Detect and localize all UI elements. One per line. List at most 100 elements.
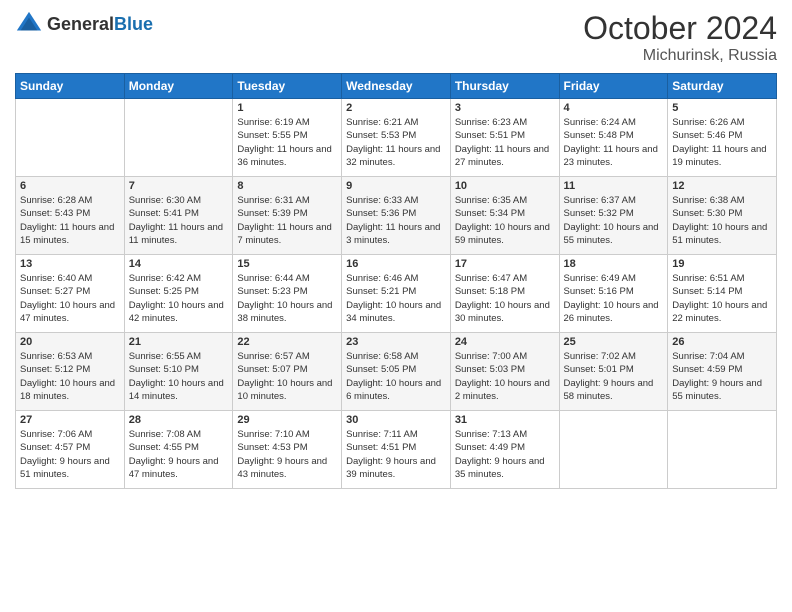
- title-block: October 2024 Michurinsk, Russia: [583, 10, 777, 65]
- cell-3-5: 25 Sunrise: 7:02 AMSunset: 5:01 PMDayligh…: [559, 333, 668, 411]
- cell-0-1: [124, 99, 233, 177]
- day-number: 31: [455, 414, 555, 426]
- cell-2-0: 13Sunrise: 6:40 AMSunset: 5:27 PMDayligh…: [16, 255, 125, 333]
- cell-1-4: 10 Sunrise: 6:35 AMSunset: 5:34 PMDayligh…: [450, 177, 559, 255]
- day-info: Sunrise: 6:23 AMSunset: 5:51 PMDaylight:…: [455, 116, 555, 169]
- day-number: 1: [237, 102, 337, 114]
- day-info: Sunrise: 7:02 AMSunset: 5:01 PMDaylight:…: [564, 350, 664, 403]
- day-info: Sunrise: 6:49 AMSunset: 5:16 PMDaylight:…: [564, 272, 664, 325]
- cell-2-2: 15 Sunrise: 6:44 AMSunset: 5:23 PMDayligh…: [233, 255, 342, 333]
- day-number: 16: [346, 258, 446, 270]
- location-title: Michurinsk, Russia: [583, 47, 777, 65]
- day-info: Sunrise: 7:04 AMSunset: 4:59 PMDaylight:…: [672, 350, 772, 403]
- day-info: Sunrise: 6:37 AMSunset: 5:32 PMDaylight:…: [564, 194, 664, 247]
- week-row-3: 20Sunrise: 6:53 AMSunset: 5:12 PMDayligh…: [16, 333, 777, 411]
- day-info: Sunrise: 6:33 AMSunset: 5:36 PMDaylight:…: [346, 194, 446, 247]
- day-number: 3: [455, 102, 555, 114]
- day-info: Sunrise: 6:35 AMSunset: 5:34 PMDaylight:…: [455, 194, 555, 247]
- day-info: Sunrise: 6:44 AMSunset: 5:23 PMDaylight:…: [237, 272, 337, 325]
- day-number: 30: [346, 414, 446, 426]
- day-number: 24: [455, 336, 555, 348]
- day-number: 14: [129, 258, 229, 270]
- calendar-body: 1Sunrise: 6:19 AMSunset: 5:55 PMDaylight…: [16, 99, 777, 489]
- col-friday: Friday: [559, 74, 668, 99]
- cell-0-3: 2 Sunrise: 6:21 AMSunset: 5:53 PMDaylight…: [342, 99, 451, 177]
- col-thursday: Thursday: [450, 74, 559, 99]
- day-info: Sunrise: 6:31 AMSunset: 5:39 PMDaylight:…: [237, 194, 337, 247]
- day-number: 26: [672, 336, 772, 348]
- day-info: Sunrise: 7:13 AMSunset: 4:49 PMDaylight:…: [455, 428, 555, 481]
- day-number: 4: [564, 102, 664, 114]
- cell-0-4: 3 Sunrise: 6:23 AMSunset: 5:51 PMDaylight…: [450, 99, 559, 177]
- cell-2-4: 17 Sunrise: 6:47 AMSunset: 5:18 PMDayligh…: [450, 255, 559, 333]
- logo-text: GeneralBlue: [47, 14, 153, 35]
- cell-4-0: 27 Sunrise: 7:06 AMSunset: 4:57 PMDayligh…: [16, 411, 125, 489]
- cell-4-1: 28 Sunrise: 7:08 AMSunset: 4:55 PMDayligh…: [124, 411, 233, 489]
- day-number: 20: [20, 336, 120, 348]
- day-number: 12: [672, 180, 772, 192]
- col-monday: Monday: [124, 74, 233, 99]
- logo: GeneralBlue: [15, 10, 153, 38]
- cell-1-0: 6 Sunrise: 6:28 AMSunset: 5:43 PMDaylight…: [16, 177, 125, 255]
- day-info: Sunrise: 7:08 AMSunset: 4:55 PMDaylight:…: [129, 428, 229, 481]
- day-number: 18: [564, 258, 664, 270]
- week-row-1: 6 Sunrise: 6:28 AMSunset: 5:43 PMDaylight…: [16, 177, 777, 255]
- day-info: Sunrise: 6:21 AMSunset: 5:53 PMDaylight:…: [346, 116, 446, 169]
- header: GeneralBlue October 2024 Michurinsk, Rus…: [15, 10, 777, 65]
- day-number: 2: [346, 102, 446, 114]
- main-container: GeneralBlue October 2024 Michurinsk, Rus…: [0, 0, 792, 499]
- day-info: Sunrise: 6:57 AMSunset: 5:07 PMDaylight:…: [237, 350, 337, 403]
- cell-0-0: [16, 99, 125, 177]
- day-number: 22: [237, 336, 337, 348]
- day-number: 23: [346, 336, 446, 348]
- cell-1-5: 11 Sunrise: 6:37 AMSunset: 5:32 PMDayligh…: [559, 177, 668, 255]
- day-info: Sunrise: 6:46 AMSunset: 5:21 PMDaylight:…: [346, 272, 446, 325]
- day-number: 19: [672, 258, 772, 270]
- day-info: Sunrise: 6:38 AMSunset: 5:30 PMDaylight:…: [672, 194, 772, 247]
- day-info: Sunrise: 6:42 AMSunset: 5:25 PMDaylight:…: [129, 272, 229, 325]
- day-info: Sunrise: 6:24 AMSunset: 5:48 PMDaylight:…: [564, 116, 664, 169]
- day-number: 13: [20, 258, 120, 270]
- day-info: Sunrise: 6:47 AMSunset: 5:18 PMDaylight:…: [455, 272, 555, 325]
- day-info: Sunrise: 7:06 AMSunset: 4:57 PMDaylight:…: [20, 428, 120, 481]
- day-info: Sunrise: 6:55 AMSunset: 5:10 PMDaylight:…: [129, 350, 229, 403]
- day-number: 6: [20, 180, 120, 192]
- day-number: 5: [672, 102, 772, 114]
- day-number: 15: [237, 258, 337, 270]
- weekday-row: Sunday Monday Tuesday Wednesday Thursday…: [16, 74, 777, 99]
- cell-1-3: 9Sunrise: 6:33 AMSunset: 5:36 PMDaylight…: [342, 177, 451, 255]
- day-number: 21: [129, 336, 229, 348]
- cell-3-3: 23 Sunrise: 6:58 AMSunset: 5:05 PMDayligh…: [342, 333, 451, 411]
- day-info: Sunrise: 6:28 AMSunset: 5:43 PMDaylight:…: [20, 194, 120, 247]
- day-number: 11: [564, 180, 664, 192]
- week-row-0: 1Sunrise: 6:19 AMSunset: 5:55 PMDaylight…: [16, 99, 777, 177]
- day-info: Sunrise: 6:26 AMSunset: 5:46 PMDaylight:…: [672, 116, 772, 169]
- cell-4-4: 31 Sunrise: 7:13 AMSunset: 4:49 PMDayligh…: [450, 411, 559, 489]
- day-info: Sunrise: 7:00 AMSunset: 5:03 PMDaylight:…: [455, 350, 555, 403]
- cell-2-6: 19 Sunrise: 6:51 AMSunset: 5:14 PMDayligh…: [668, 255, 777, 333]
- cell-3-6: 26 Sunrise: 7:04 AMSunset: 4:59 PMDayligh…: [668, 333, 777, 411]
- day-info: Sunrise: 7:11 AMSunset: 4:51 PMDaylight:…: [346, 428, 446, 481]
- cell-1-6: 12 Sunrise: 6:38 AMSunset: 5:30 PMDayligh…: [668, 177, 777, 255]
- day-info: Sunrise: 7:10 AMSunset: 4:53 PMDaylight:…: [237, 428, 337, 481]
- cell-4-3: 30 Sunrise: 7:11 AMSunset: 4:51 PMDayligh…: [342, 411, 451, 489]
- day-number: 10: [455, 180, 555, 192]
- cell-0-6: 5 Sunrise: 6:26 AMSunset: 5:46 PMDaylight…: [668, 99, 777, 177]
- day-info: Sunrise: 6:58 AMSunset: 5:05 PMDaylight:…: [346, 350, 446, 403]
- day-number: 17: [455, 258, 555, 270]
- day-info: Sunrise: 6:51 AMSunset: 5:14 PMDaylight:…: [672, 272, 772, 325]
- cell-3-4: 24 Sunrise: 7:00 AMSunset: 5:03 PMDayligh…: [450, 333, 559, 411]
- cell-1-1: 7Sunrise: 6:30 AMSunset: 5:41 PMDaylight…: [124, 177, 233, 255]
- day-number: 28: [129, 414, 229, 426]
- month-title: October 2024: [583, 10, 777, 47]
- calendar-table: Sunday Monday Tuesday Wednesday Thursday…: [15, 73, 777, 489]
- day-number: 25: [564, 336, 664, 348]
- cell-1-2: 8 Sunrise: 6:31 AMSunset: 5:39 PMDaylight…: [233, 177, 342, 255]
- day-number: 27: [20, 414, 120, 426]
- cell-0-2: 1Sunrise: 6:19 AMSunset: 5:55 PMDaylight…: [233, 99, 342, 177]
- cell-3-1: 21 Sunrise: 6:55 AMSunset: 5:10 PMDayligh…: [124, 333, 233, 411]
- day-number: 8: [237, 180, 337, 192]
- col-sunday: Sunday: [16, 74, 125, 99]
- calendar-header: Sunday Monday Tuesday Wednesday Thursday…: [16, 74, 777, 99]
- day-info: Sunrise: 6:30 AMSunset: 5:41 PMDaylight:…: [129, 194, 229, 247]
